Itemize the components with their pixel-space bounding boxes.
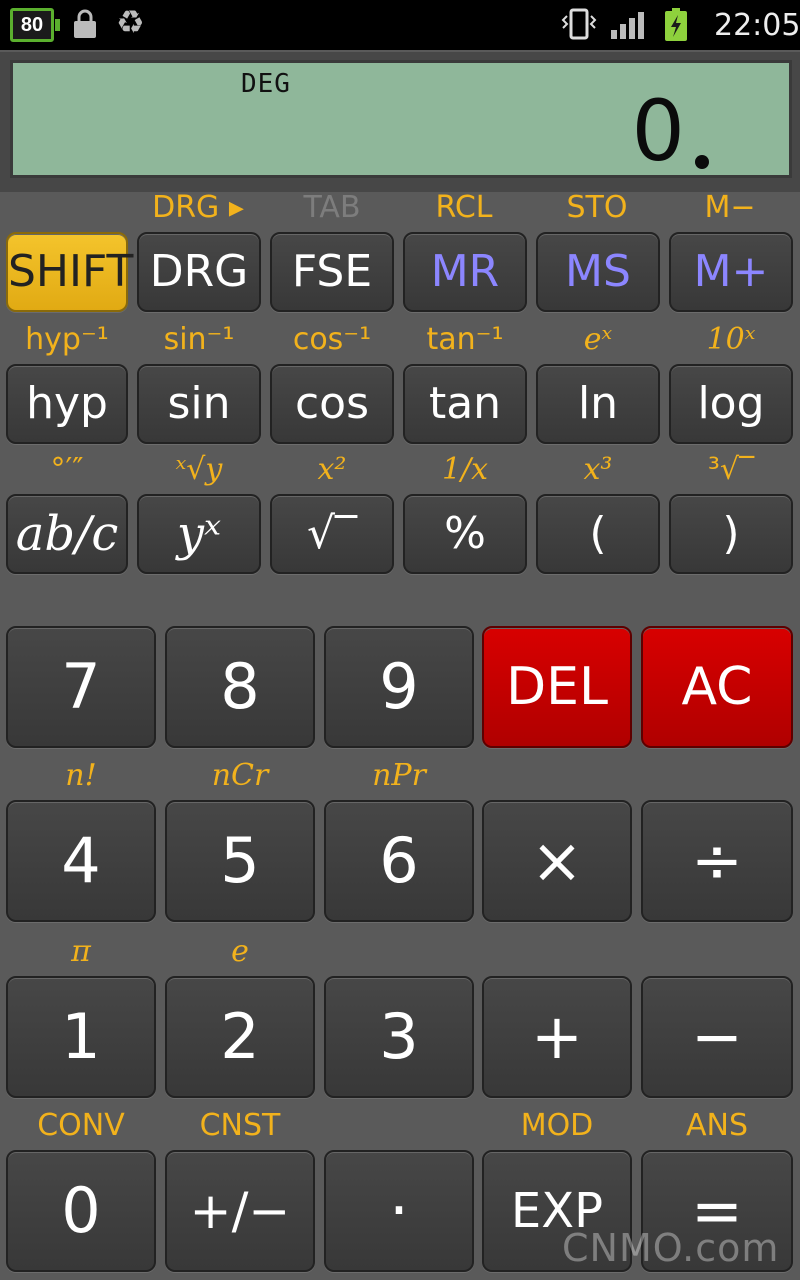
shift-button[interactable]: SHIFT xyxy=(6,232,133,312)
subtract-button[interactable]: − xyxy=(641,976,793,1098)
secondary-label-cnst: CNST xyxy=(199,1108,281,1143)
result-value: 0 xyxy=(631,82,685,180)
sin-button[interactable]: sin xyxy=(137,364,261,444)
power-button[interactable]: yˣ xyxy=(137,494,261,574)
secondary-label-drg-arrow: DRG ▸ xyxy=(152,190,244,225)
secondary-label-hyp-inverse: hyp⁻¹ xyxy=(25,322,109,357)
vibrate-icon xyxy=(560,8,598,45)
lcd-screen: DEG 0 xyxy=(10,60,792,178)
memory-store-button[interactable]: MS xyxy=(536,232,660,312)
clock: 22:05 xyxy=(714,8,800,43)
digit-1-button[interactable]: 1 xyxy=(6,976,156,1098)
digit-8-button[interactable]: 8 xyxy=(165,626,315,748)
battery-icon: 80 xyxy=(10,8,60,42)
secondary-label-ten-power: 10ˣ xyxy=(706,322,756,357)
fse-button[interactable]: FSE xyxy=(270,232,394,312)
secondary-label-rcl: RCL xyxy=(435,190,493,225)
digit-5-button[interactable]: 5 xyxy=(165,800,315,922)
cos-button[interactable]: cos xyxy=(270,364,394,444)
secondary-label-xth-root: ˣ√y xyxy=(175,452,223,487)
decimal-point-button[interactable]: · xyxy=(324,1150,474,1272)
secondary-label-arctan: tan⁻¹ xyxy=(426,322,504,357)
fraction-label: ab/c xyxy=(15,506,119,562)
watermark: CNMO.com xyxy=(562,1226,780,1270)
secondary-label-combination: nCr xyxy=(211,758,269,793)
recycle-icon: ♻ xyxy=(116,4,145,40)
secondary-label-exp-e: eˣ xyxy=(583,322,613,357)
sign-toggle-button[interactable]: +/− xyxy=(165,1150,315,1272)
display-panel: DEG 0 xyxy=(0,52,800,192)
secondary-label-cube-root: ³√‾ xyxy=(707,452,755,487)
charging-icon xyxy=(664,8,688,47)
digit-0-button[interactable]: 0 xyxy=(6,1150,156,1272)
secondary-label-sto: STO xyxy=(566,190,628,225)
signal-icon xyxy=(610,10,646,45)
secondary-label-mod: MOD xyxy=(520,1108,594,1143)
digit-9-button[interactable]: 9 xyxy=(324,626,474,748)
add-button[interactable]: + xyxy=(482,976,632,1098)
secondary-label-square: x² xyxy=(317,452,347,487)
memory-recall-button[interactable]: MR xyxy=(403,232,527,312)
memory-add-button[interactable]: M+ xyxy=(669,232,793,312)
delete-button[interactable]: DEL xyxy=(482,626,632,748)
multiply-button[interactable]: × xyxy=(482,800,632,922)
digit-6-button[interactable]: 6 xyxy=(324,800,474,922)
drg-button[interactable]: DRG xyxy=(137,232,261,312)
secondary-label-reciprocal: 1/x xyxy=(441,452,489,487)
fraction-button[interactable]: ab/c xyxy=(6,494,128,574)
all-clear-button[interactable]: AC xyxy=(641,626,793,748)
secondary-label-conv: CONV xyxy=(37,1108,125,1143)
ln-button[interactable]: ln xyxy=(536,364,660,444)
secondary-label-ans: ANS xyxy=(685,1108,748,1143)
lock-icon xyxy=(72,9,98,44)
status-bar: 80 ♻ 22:05 xyxy=(0,0,800,50)
hyp-button[interactable]: hyp xyxy=(6,364,128,444)
secondary-label-arcsin: sin⁻¹ xyxy=(163,322,235,357)
secondary-label-permutation: nPr xyxy=(372,758,426,793)
divide-button[interactable]: ÷ xyxy=(641,800,793,922)
open-paren-button[interactable]: ( xyxy=(536,494,660,574)
power-label: yˣ xyxy=(176,506,222,562)
digit-2-button[interactable]: 2 xyxy=(165,976,315,1098)
secondary-label-degrees-minutes-seconds: °′″ xyxy=(50,452,84,487)
secondary-label-arccos: cos⁻¹ xyxy=(292,322,372,357)
battery-level: 80 xyxy=(20,14,44,36)
tan-button[interactable]: tan xyxy=(403,364,527,444)
secondary-label-pi: π xyxy=(71,934,91,969)
digit-4-button[interactable]: 4 xyxy=(6,800,156,922)
decimal-point xyxy=(695,155,709,169)
digit-7-button[interactable]: 7 xyxy=(6,626,156,748)
log-button[interactable]: log xyxy=(669,364,793,444)
digit-3-button[interactable]: 3 xyxy=(324,976,474,1098)
close-paren-button[interactable]: ) xyxy=(669,494,793,574)
secondary-label-tab: TAB xyxy=(303,190,361,225)
secondary-label-euler: e xyxy=(231,934,249,969)
angle-mode-indicator: DEG xyxy=(241,69,291,99)
secondary-label-factorial: n! xyxy=(65,758,97,793)
secondary-label-m-minus: M− xyxy=(704,190,756,225)
secondary-label-cube: x³ xyxy=(583,452,613,487)
percent-button[interactable]: % xyxy=(403,494,527,574)
square-root-button[interactable]: √‾ xyxy=(270,494,394,574)
